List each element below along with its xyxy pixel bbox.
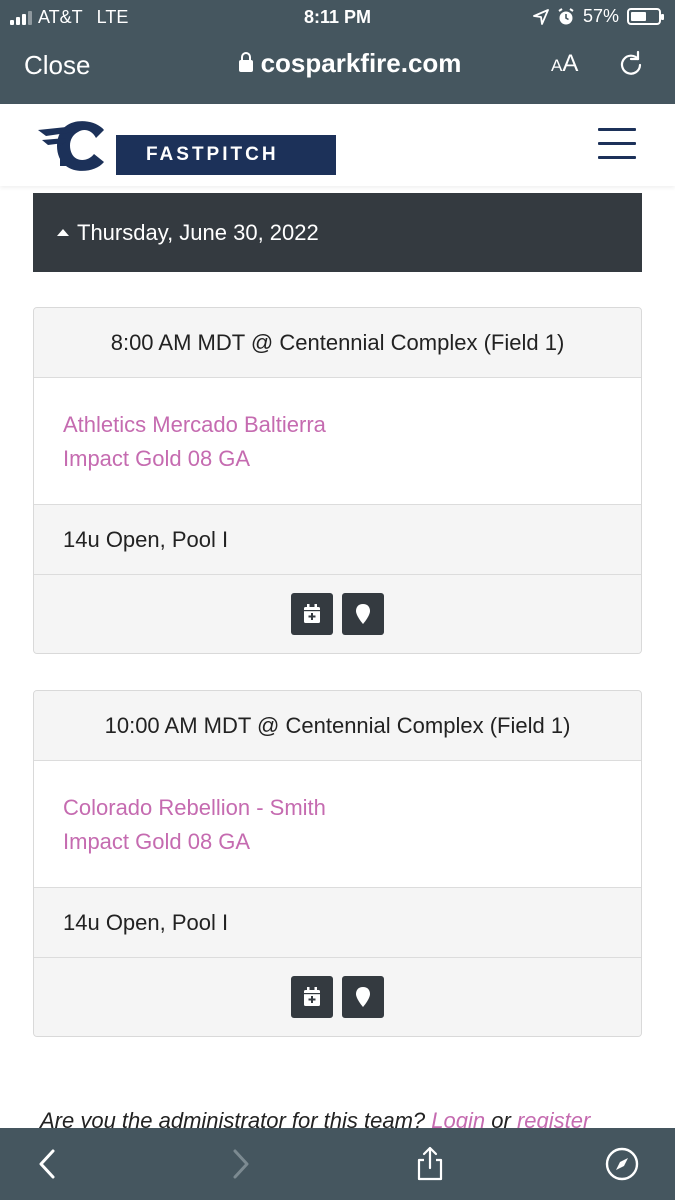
add-to-calendar-button[interactable]	[291, 593, 333, 635]
team-link[interactable]: Colorado Rebellion - Smith	[63, 791, 641, 825]
status-right: 57%	[533, 6, 664, 27]
site-logo[interactable]: FASTPITCH	[36, 116, 336, 176]
team-link[interactable]: Athletics Mercado Baltierra	[63, 408, 641, 442]
game-division: 14u Open, Pool I	[34, 888, 641, 958]
browser-toolbar	[0, 1128, 675, 1200]
reload-icon[interactable]	[618, 50, 644, 76]
compass-icon[interactable]	[604, 1146, 640, 1182]
map-location-button[interactable]	[342, 593, 384, 635]
team-link[interactable]: Impact Gold 08 GA	[63, 442, 641, 476]
game-actions	[34, 575, 641, 653]
site-header: FASTPITCH	[0, 104, 675, 186]
game-teams: Athletics Mercado Baltierra Impact Gold …	[34, 378, 641, 505]
calendar-plus-icon	[304, 604, 320, 623]
forward-icon[interactable]	[222, 1146, 258, 1182]
game-time-location: 10:00 AM MDT @ Centennial Complex (Field…	[34, 691, 641, 761]
game-division: 14u Open, Pool I	[34, 505, 641, 575]
browser-nav-row: Close cosparkfire.com AA	[0, 36, 675, 96]
game-teams: Colorado Rebellion - Smith Impact Gold 0…	[34, 761, 641, 888]
alarm-icon	[558, 7, 574, 24]
share-icon[interactable]	[412, 1146, 448, 1182]
browser-chrome: AT&T LTE 8:11 PM 57% Close cosparkfire.c…	[0, 0, 675, 104]
game-actions	[34, 958, 641, 1036]
battery-icon	[627, 8, 664, 25]
team-link[interactable]: Impact Gold 08 GA	[63, 825, 641, 859]
map-location-button[interactable]	[342, 976, 384, 1018]
game-card: 8:00 AM MDT @ Centennial Complex (Field …	[33, 307, 642, 654]
add-to-calendar-button[interactable]	[291, 976, 333, 1018]
status-bar: AT&T LTE 8:11 PM 57%	[0, 0, 675, 36]
map-marker-icon	[356, 987, 370, 1007]
location-icon	[533, 8, 549, 25]
date-label: Thursday, June 30, 2022	[77, 220, 319, 245]
battery-percent: 57%	[582, 6, 619, 26]
calendar-plus-icon	[304, 987, 320, 1006]
game-time-location: 8:00 AM MDT @ Centennial Complex (Field …	[34, 308, 641, 378]
url-text: cosparkfire.com	[260, 48, 462, 78]
lock-icon	[238, 52, 253, 72]
map-marker-icon	[356, 604, 370, 624]
game-card: 10:00 AM MDT @ Centennial Complex (Field…	[33, 690, 642, 1037]
text-size-button[interactable]: AA	[551, 50, 578, 78]
date-toggle[interactable]: Thursday, June 30, 2022	[33, 193, 642, 272]
caret-up-icon	[57, 229, 69, 236]
back-icon[interactable]	[30, 1146, 66, 1182]
logo-mark-icon	[38, 121, 104, 171]
logo-badge: FASTPITCH	[116, 135, 336, 175]
hamburger-menu-icon[interactable]	[598, 128, 636, 162]
